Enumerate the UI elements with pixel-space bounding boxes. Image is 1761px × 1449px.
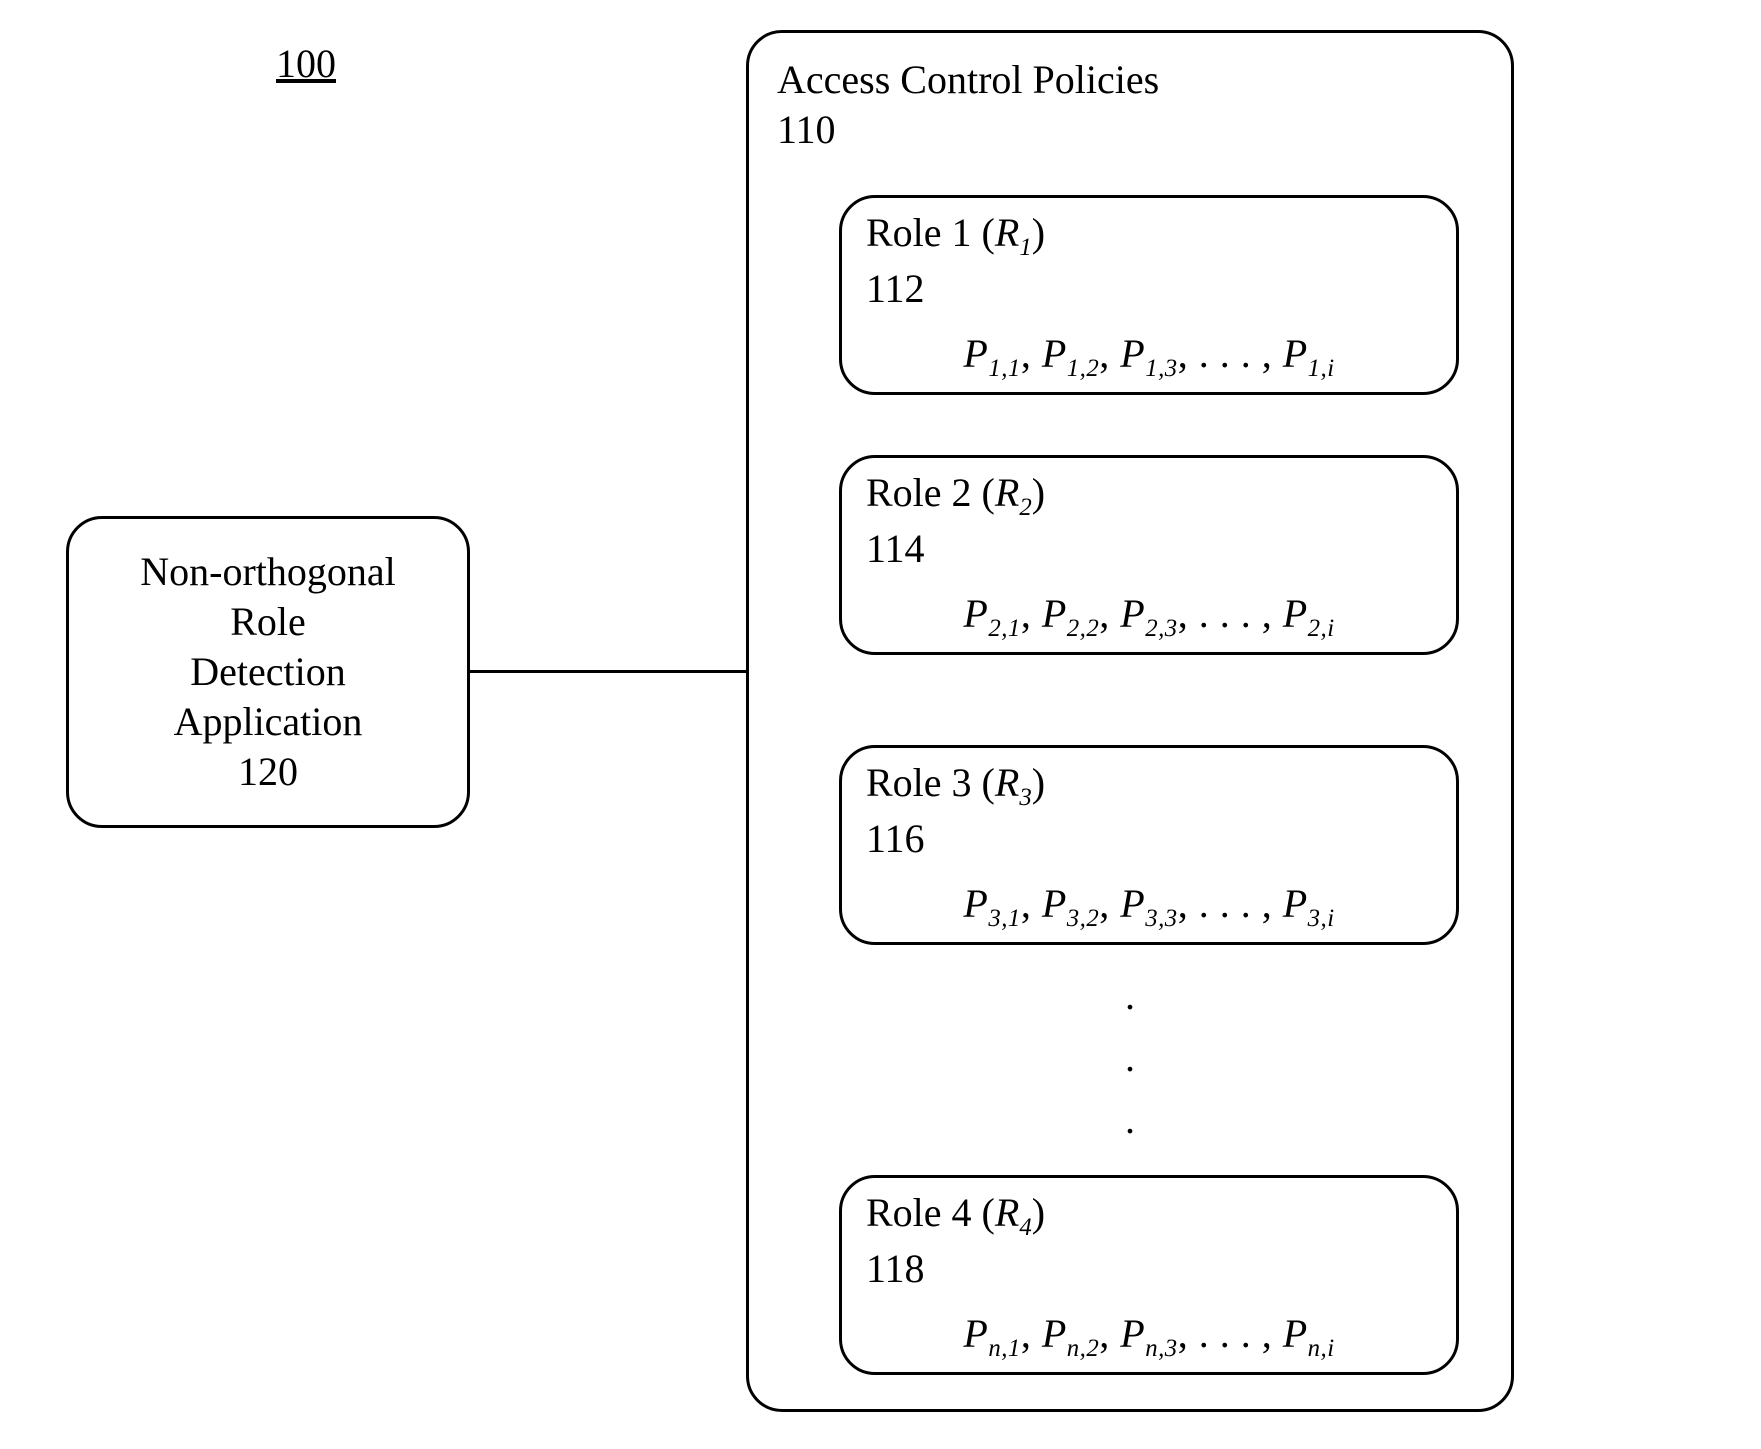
sep: , — [1099, 881, 1120, 926]
role-label-prefix: Role 4 ( — [866, 1190, 995, 1235]
sep: , — [1178, 591, 1199, 636]
role-symbol-sub: 1 — [1019, 234, 1031, 261]
sep: , — [1021, 591, 1042, 636]
vertical-ellipsis: . . . — [1125, 965, 1135, 1151]
perm-base: P — [1283, 331, 1308, 376]
role-symbol: R — [995, 760, 1019, 805]
perm-base: P — [1120, 881, 1145, 926]
perm-sub: 2,3 — [1145, 615, 1178, 642]
role-symbol: R — [995, 470, 1019, 515]
perm-sub: n,3 — [1145, 1335, 1178, 1362]
role-ref: 114 — [866, 526, 925, 571]
perm-sub: 3,i — [1308, 905, 1335, 932]
role-perms-4: Pn,1, Pn,2, Pn,3, . . . , Pn,i — [866, 1310, 1432, 1363]
policies-ref: 110 — [777, 107, 836, 152]
sep: , — [1099, 591, 1120, 636]
application-label: Non-orthogonal Role Detection Applicatio… — [99, 547, 437, 797]
sep: , — [1021, 1311, 1042, 1356]
ellipsis: . . . , — [1199, 1311, 1273, 1356]
perm-base: P — [1283, 591, 1308, 636]
ellipsis: . . . , — [1199, 591, 1273, 636]
role-symbol-sub: 3 — [1019, 784, 1031, 811]
perm-base: P — [963, 331, 988, 376]
application-line3: Application — [174, 699, 363, 744]
figure-number: 100 — [276, 40, 336, 87]
role-perms-2: P2,1, P2,2, P2,3, . . . , P2,i — [866, 590, 1432, 643]
perm-sub: 3,2 — [1067, 905, 1100, 932]
sep: , — [1099, 331, 1120, 376]
role-box-1: Role 1 (R1) 112 P1,1, P1,2, P1,3, . . . … — [839, 195, 1459, 395]
role-label-suffix: ) — [1032, 470, 1045, 515]
role-title-2: Role 2 (R2) 114 — [866, 468, 1432, 574]
dot: . — [1125, 1035, 1135, 1080]
perm-sub: 1,2 — [1067, 355, 1100, 382]
application-box: Non-orthogonal Role Detection Applicatio… — [66, 516, 470, 828]
sep: , — [1021, 331, 1042, 376]
perm-sub: 2,i — [1308, 615, 1335, 642]
perm-sub: 1,i — [1308, 355, 1335, 382]
role-label-suffix: ) — [1032, 1190, 1045, 1235]
application-ref: 120 — [238, 749, 298, 794]
connector-line — [470, 670, 746, 673]
role-label-suffix: ) — [1032, 760, 1045, 805]
application-line2: Detection — [190, 649, 346, 694]
role-label-prefix: Role 3 ( — [866, 760, 995, 805]
role-box-4: Role 4 (R4) 118 Pn,1, Pn,2, Pn,3, . . . … — [839, 1175, 1459, 1375]
perm-base: P — [963, 1311, 988, 1356]
perm-base: P — [1042, 591, 1067, 636]
policies-title-text: Access Control Policies — [777, 57, 1159, 102]
sep: , — [1099, 1311, 1120, 1356]
role-box-2: Role 2 (R2) 114 P2,1, P2,2, P2,3, . . . … — [839, 455, 1459, 655]
policies-title: Access Control Policies 110 — [777, 55, 1483, 155]
role-ref: 112 — [866, 266, 925, 311]
sep: , — [1178, 331, 1199, 376]
perm-sub: n,1 — [988, 1335, 1021, 1362]
dot: . — [1125, 973, 1135, 1018]
role-label-prefix: Role 2 ( — [866, 470, 995, 515]
role-perms-1: P1,1, P1,2, P1,3, . . . , P1,i — [866, 330, 1432, 383]
perm-sub: 1,3 — [1145, 355, 1178, 382]
perm-base: P — [1120, 591, 1145, 636]
perm-base: P — [1042, 881, 1067, 926]
role-symbol-sub: 4 — [1019, 1214, 1031, 1241]
ellipsis: . . . , — [1199, 331, 1273, 376]
perm-base: P — [963, 881, 988, 926]
role-symbol: R — [995, 1190, 1019, 1235]
role-ref: 116 — [866, 816, 925, 861]
sep: , — [1021, 881, 1042, 926]
perm-base: P — [1042, 331, 1067, 376]
ellipsis: . . . , — [1199, 881, 1273, 926]
role-perms-3: P3,1, P3,2, P3,3, . . . , P3,i — [866, 880, 1432, 933]
sep: , — [1178, 881, 1199, 926]
role-label-prefix: Role 1 ( — [866, 210, 995, 255]
perm-base: P — [1283, 1311, 1308, 1356]
role-symbol: R — [995, 210, 1019, 255]
perm-sub: n,i — [1308, 1335, 1335, 1362]
perm-base: P — [1283, 881, 1308, 926]
diagram-canvas: 100 Non-orthogonal Role Detection Applic… — [0, 0, 1761, 1449]
perm-base: P — [1042, 1311, 1067, 1356]
perm-base: P — [1120, 331, 1145, 376]
perm-sub: 3,1 — [988, 905, 1021, 932]
sep: , — [1178, 1311, 1199, 1356]
perm-sub: 3,3 — [1145, 905, 1178, 932]
perm-sub: n,2 — [1067, 1335, 1100, 1362]
dot: . — [1125, 1097, 1135, 1142]
application-line1: Non-orthogonal Role — [140, 549, 396, 644]
perm-sub: 2,1 — [988, 615, 1021, 642]
perm-sub: 1,1 — [988, 355, 1021, 382]
role-title-3: Role 3 (R3) 116 — [866, 758, 1432, 864]
policies-box: Access Control Policies 110 Role 1 (R1) … — [746, 30, 1514, 1412]
role-title-1: Role 1 (R1) 112 — [866, 208, 1432, 314]
role-label-suffix: ) — [1032, 210, 1045, 255]
role-box-3: Role 3 (R3) 116 P3,1, P3,2, P3,3, . . . … — [839, 745, 1459, 945]
perm-base: P — [963, 591, 988, 636]
role-ref: 118 — [866, 1246, 925, 1291]
role-title-4: Role 4 (R4) 118 — [866, 1188, 1432, 1294]
perm-sub: 2,2 — [1067, 615, 1100, 642]
perm-base: P — [1120, 1311, 1145, 1356]
role-symbol-sub: 2 — [1019, 494, 1031, 521]
